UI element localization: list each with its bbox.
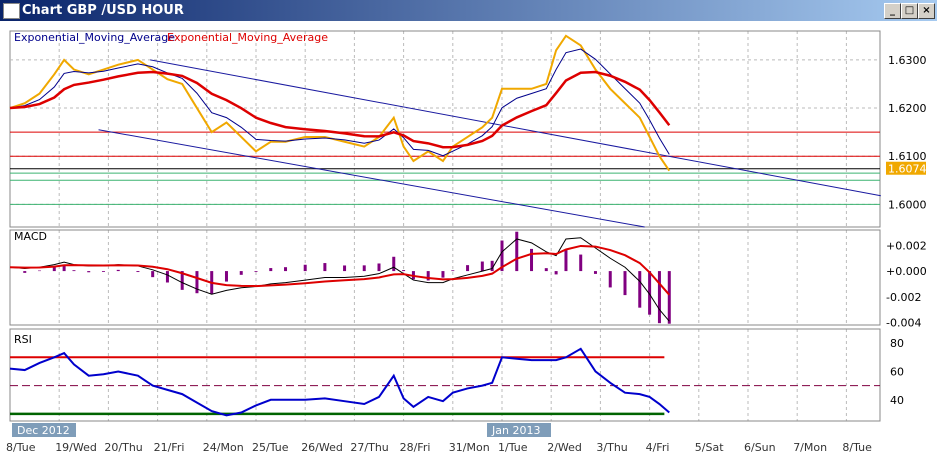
window-titlebar: Chart GBP /USD HOUR _ □ × [0, 0, 937, 21]
x-tick-label: 21/Fri [154, 441, 185, 454]
macd-tick-label: -0.002 [886, 291, 921, 304]
x-tick-label: 8/Tue [842, 441, 872, 454]
x-tick-label: 2/Wed [547, 441, 582, 454]
macd-tick-label: +0.002 [886, 239, 927, 252]
price-tick-label: 1.6200 [888, 102, 927, 115]
x-tick-label: 20/Thu [104, 441, 142, 454]
x-tick-label: 4/Fri [646, 441, 670, 454]
rsi-tick-label: 40 [890, 394, 904, 407]
x-tick-label: 26/Wed [301, 441, 343, 454]
macd-title: MACD [14, 230, 47, 243]
x-tick-label: 3/Thu [596, 441, 627, 454]
x-tick-label: 27/Thu [350, 441, 388, 454]
x-tick-label: 5/Sat [695, 441, 724, 454]
macd-tick-label: -0.004 [886, 316, 921, 329]
chart-app-icon [3, 3, 20, 19]
x-tick-label: 25/Tue [252, 441, 289, 454]
rsi-tick-label: 60 [890, 365, 904, 378]
rsi-title: RSI [14, 333, 32, 346]
legend-ema-fast: Exponential_Moving_Average [14, 31, 175, 44]
x-tick-label: 19/Wed [55, 441, 97, 454]
x-tick-label: 24/Mon [203, 441, 244, 454]
x-tick-label: 6/Sun [744, 441, 776, 454]
period-label: Dec 2012 [17, 424, 70, 437]
x-tick-label: 31/Mon [449, 441, 490, 454]
window-title: Chart GBP /USD HOUR [22, 3, 184, 18]
chart-canvas[interactable]: 1.6300 1.6200 1.6100 1.6000 Exponential_Movi… [0, 21, 937, 457]
rsi-tick-label: 80 [890, 337, 904, 350]
close-button[interactable]: × [918, 3, 935, 19]
last-price-label: 1.6074 [888, 163, 927, 176]
period-label: Jan 2013 [491, 424, 540, 437]
x-tick-label: 8/Tue [6, 441, 36, 454]
legend-ema-slow: Exponential_Moving_Average [167, 31, 328, 44]
price-tick-label: 1.6000 [888, 198, 927, 211]
price-tick-label: 1.6100 [888, 150, 927, 163]
chart-background [0, 21, 937, 457]
minimize-button[interactable]: _ [884, 3, 901, 19]
maximize-button[interactable]: □ [901, 3, 918, 19]
x-tick-label: 28/Fri [400, 441, 431, 454]
x-tick-label: 7/Mon [793, 441, 827, 454]
x-tick-label: 1/Tue [498, 441, 528, 454]
macd-tick-label: +0.000 [886, 265, 927, 278]
price-tick-label: 1.6300 [888, 54, 927, 67]
